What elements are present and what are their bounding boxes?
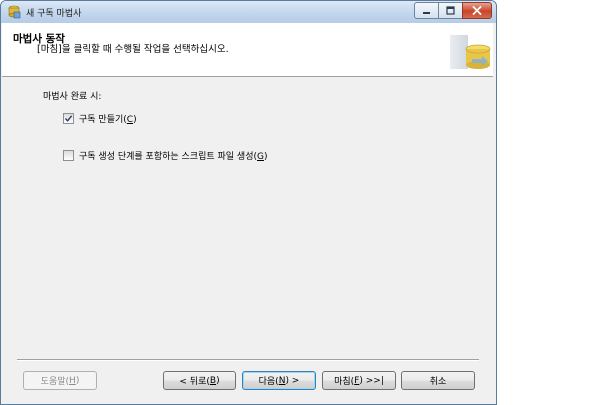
wizard-window: 새 구독 마법사 마법사 동작 [마침]을 클릭할 때 수행될 작업을 선택하십… (0, 0, 497, 405)
next-button[interactable]: 다음(N) > (242, 371, 316, 390)
app-icon (8, 5, 21, 19)
minimize-icon (423, 12, 430, 14)
window-title: 새 구독 마법사 (26, 9, 82, 19)
minimize-button[interactable] (414, 2, 439, 19)
close-icon (472, 6, 482, 15)
generate-script-label: 구독 생성 단계를 포함하는 스크립트 파일 생성(G) (79, 152, 268, 162)
back-button[interactable]: < 뒤로(B) (163, 371, 236, 390)
help-button[interactable]: 도움말(H) (23, 371, 97, 390)
create-subscription-label: 구독 만들기(C) (79, 115, 137, 125)
wizard-header: 마법사 동작 [마침]을 클릭할 때 수행될 작업을 선택하십시오. (2, 23, 493, 77)
create-subscription-option[interactable]: 구독 만들기(C) (63, 112, 137, 125)
generate-script-option[interactable]: 구독 생성 단계를 포함하는 스크립트 파일 생성(G) (63, 149, 268, 162)
maximize-button[interactable] (438, 2, 463, 19)
maximize-icon (446, 6, 455, 15)
checkmark-icon (64, 115, 73, 122)
cancel-button[interactable]: 취소 (401, 371, 475, 390)
completion-label: 마법사 완료 시: (43, 92, 102, 102)
finish-button[interactable]: 마침(F) >>| (322, 371, 396, 390)
database-subscription-icon (450, 35, 491, 69)
footer-divider (17, 359, 479, 361)
page-description: [마침]을 클릭할 때 수행될 작업을 선택하십시오. (37, 44, 229, 55)
title-bar[interactable]: 새 구독 마법사 (1, 1, 496, 23)
create-subscription-checkbox[interactable] (63, 113, 74, 124)
generate-script-checkbox[interactable] (63, 150, 74, 161)
close-button[interactable] (462, 2, 492, 19)
